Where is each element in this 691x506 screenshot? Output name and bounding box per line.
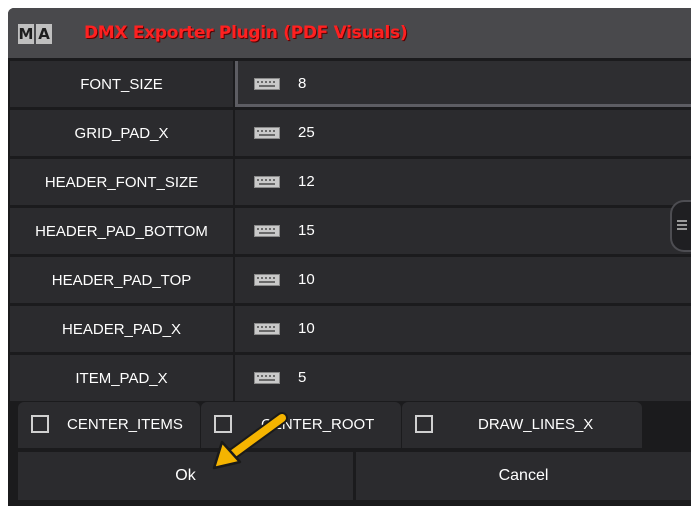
keyboard-icon bbox=[254, 323, 280, 335]
setting-value-field[interactable]: 5 bbox=[235, 355, 691, 401]
ma-logo: M A bbox=[18, 24, 52, 44]
setting-value: 10 bbox=[298, 271, 315, 288]
keyboard-icon bbox=[254, 274, 280, 286]
logo-letter-m: M bbox=[18, 24, 34, 44]
keyboard-icon bbox=[254, 372, 280, 384]
setting-value-field[interactable]: 25 bbox=[235, 110, 691, 156]
title-bar[interactable]: M A DMX Exporter Plugin (PDF Visuals) bbox=[8, 8, 691, 58]
setting-value-field[interactable]: 15 bbox=[235, 208, 691, 254]
setting-label: HEADER_PAD_TOP bbox=[10, 257, 233, 303]
setting-value: 25 bbox=[298, 124, 315, 141]
keyboard-icon bbox=[254, 127, 280, 139]
setting-label: HEADER_FONT_SIZE bbox=[10, 159, 233, 205]
setting-label: FONT_SIZE bbox=[10, 61, 233, 107]
setting-row-font-size: FONT_SIZE 8 bbox=[10, 61, 691, 107]
setting-value: 10 bbox=[298, 320, 315, 337]
logo-letter-a: A bbox=[36, 24, 52, 44]
checkbox-box[interactable] bbox=[31, 415, 49, 433]
keyboard-icon bbox=[254, 176, 280, 188]
setting-value: 8 bbox=[298, 75, 307, 92]
setting-row-header-pad-bottom: HEADER_PAD_BOTTOM 15 bbox=[10, 208, 691, 254]
setting-row-header-font-size: HEADER_FONT_SIZE 12 bbox=[10, 159, 691, 205]
arrow-pointer-icon bbox=[212, 412, 288, 470]
checkbox-label: DRAW_LINES_X bbox=[478, 416, 594, 433]
checkbox-draw-lines-x[interactable]: DRAW_LINES_X bbox=[402, 402, 642, 448]
setting-label: GRID_PAD_X bbox=[10, 110, 233, 156]
setting-value-field[interactable]: 10 bbox=[235, 306, 691, 352]
setting-label: ITEM_PAD_X bbox=[10, 355, 233, 401]
grip-lines-icon bbox=[677, 220, 687, 230]
setting-row-header-pad-x: HEADER_PAD_X 10 bbox=[10, 306, 691, 352]
setting-row-header-pad-top: HEADER_PAD_TOP 10 bbox=[10, 257, 691, 303]
checkbox-box[interactable] bbox=[415, 415, 433, 433]
keyboard-icon bbox=[254, 225, 280, 237]
ok-button[interactable]: Ok bbox=[18, 452, 353, 500]
setting-value-field[interactable]: 10 bbox=[235, 257, 691, 303]
setting-value-field[interactable]: 8 bbox=[235, 61, 691, 107]
setting-row-grid-pad-x: GRID_PAD_X 25 bbox=[10, 110, 691, 156]
checkbox-label: CENTER_ITEMS bbox=[67, 416, 183, 433]
setting-value: 5 bbox=[298, 369, 307, 386]
keyboard-icon bbox=[254, 78, 280, 90]
setting-label: HEADER_PAD_X bbox=[10, 306, 233, 352]
setting-label: HEADER_PAD_BOTTOM bbox=[10, 208, 233, 254]
setting-value: 15 bbox=[298, 222, 315, 239]
checkbox-center-items[interactable]: CENTER_ITEMS bbox=[18, 402, 200, 448]
setting-row-item-pad-x: ITEM_PAD_X 5 bbox=[10, 355, 691, 401]
cancel-button[interactable]: Cancel bbox=[356, 452, 691, 500]
scroll-handle[interactable] bbox=[670, 200, 691, 252]
setting-value-field[interactable]: 12 bbox=[235, 159, 691, 205]
setting-value: 12 bbox=[298, 173, 315, 190]
dialog-title: DMX Exporter Plugin (PDF Visuals) bbox=[84, 23, 408, 43]
